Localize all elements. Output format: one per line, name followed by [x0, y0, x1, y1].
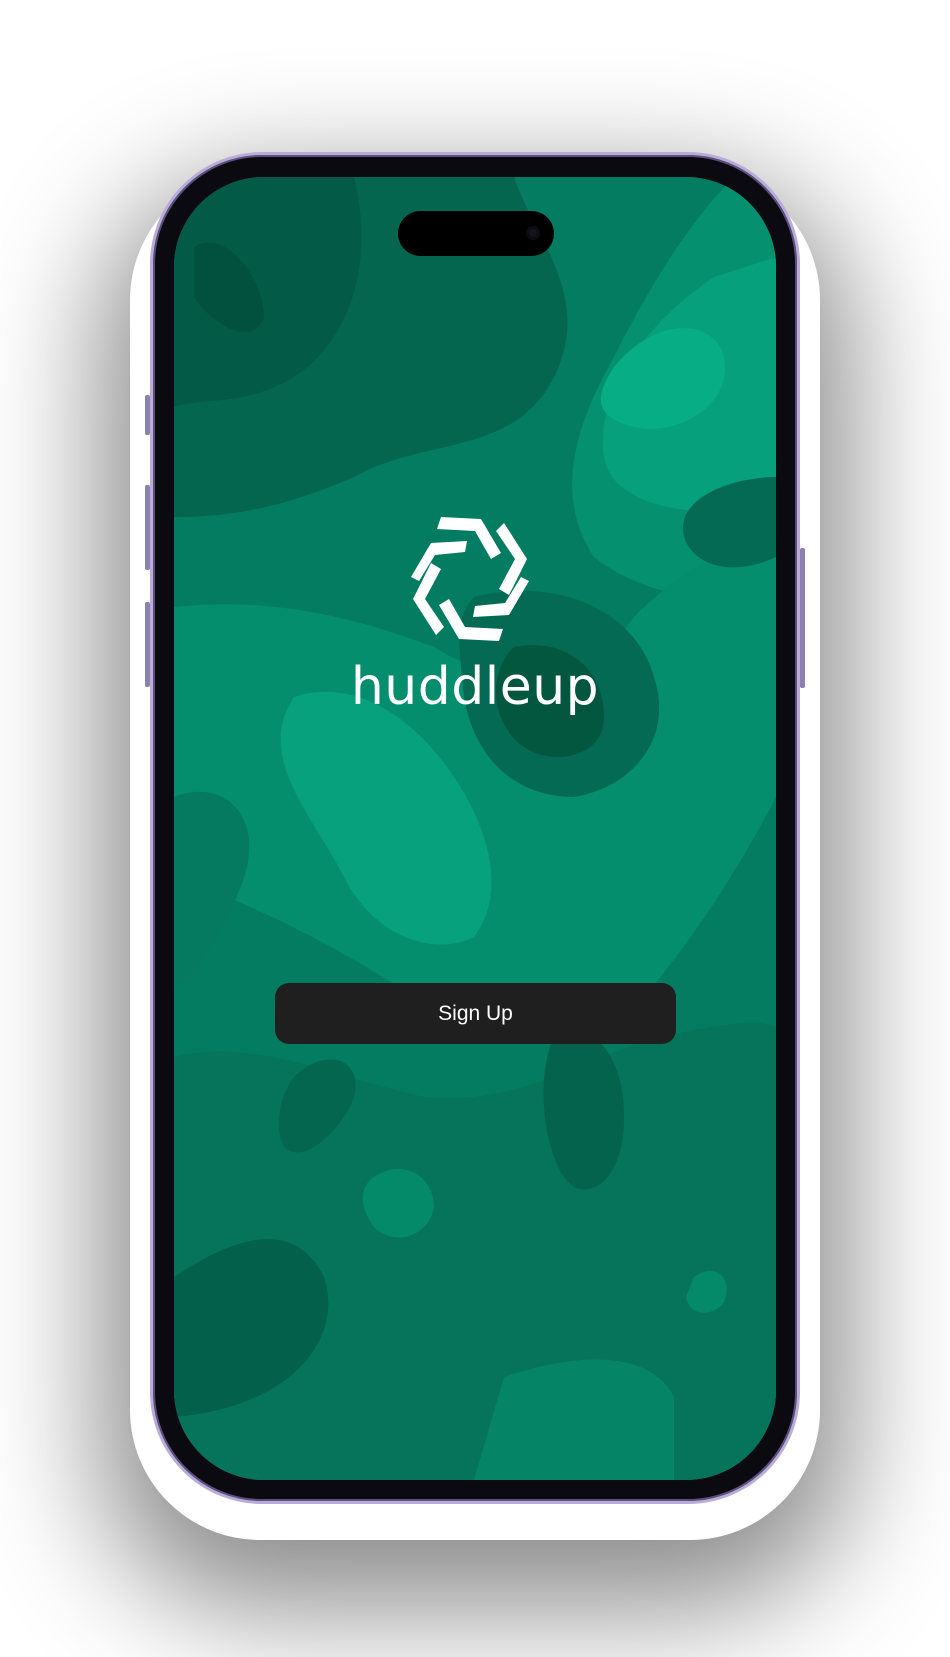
- brand-name: huddleup: [350, 657, 600, 717]
- sign-up-button[interactable]: Sign Up: [275, 983, 676, 1044]
- volume-down-button: [145, 602, 150, 687]
- power-button: [800, 548, 805, 688]
- volume-up-button: [145, 485, 150, 570]
- dynamic-island: [398, 211, 554, 256]
- app-screen: huddleup Sign Up: [174, 177, 776, 1480]
- hexagon-arrows-logo-icon: [411, 517, 529, 641]
- camera-icon: [526, 226, 540, 240]
- topographic-background: [174, 177, 776, 1480]
- action-button: [145, 395, 150, 435]
